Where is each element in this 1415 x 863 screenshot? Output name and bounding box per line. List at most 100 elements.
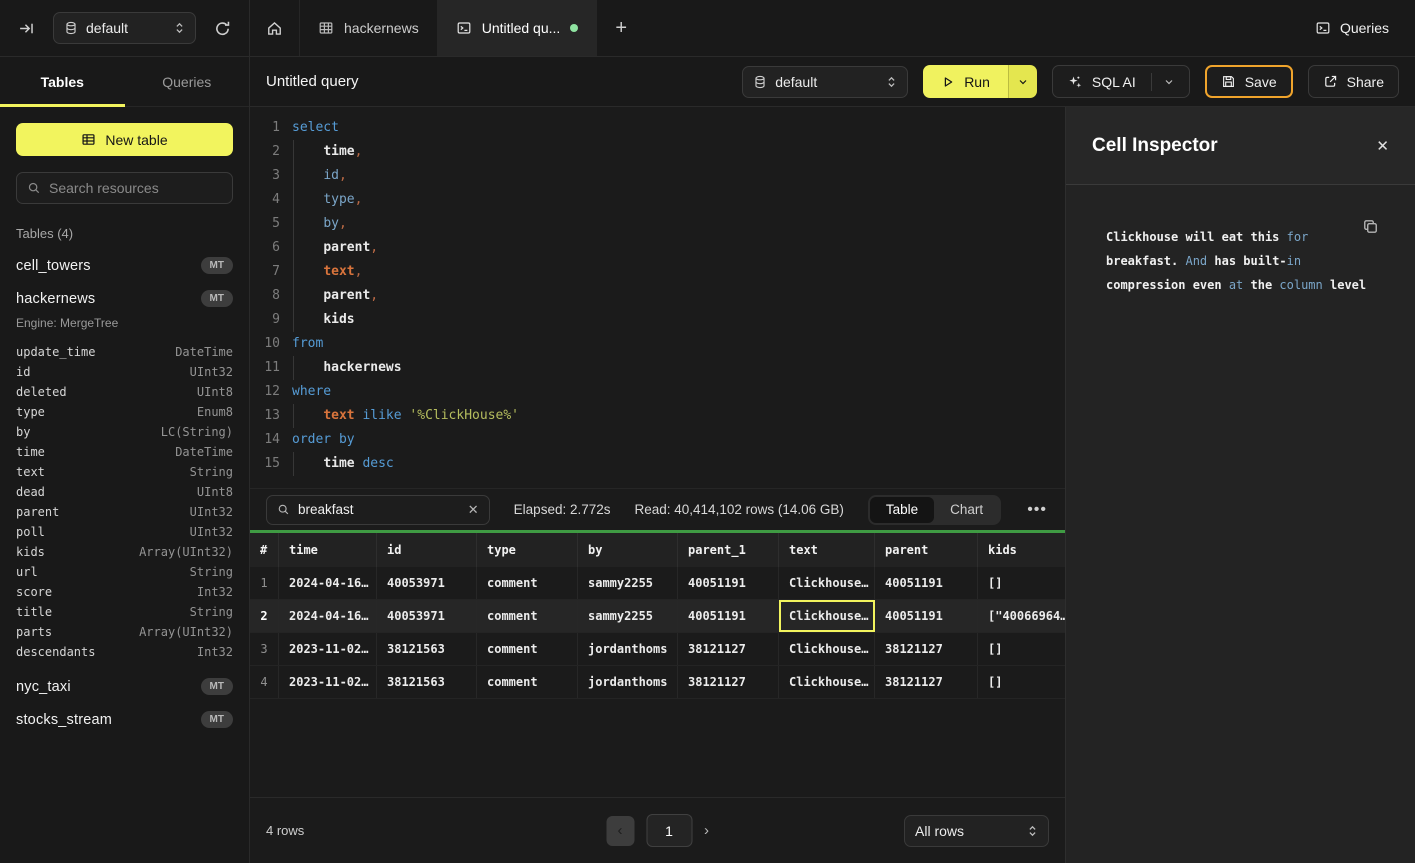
tab-home[interactable]: [250, 0, 300, 56]
column-row[interactable]: idUInt32: [16, 362, 233, 382]
page-input[interactable]: [646, 814, 692, 847]
column-header[interactable]: time: [279, 533, 377, 567]
resource-search[interactable]: [16, 172, 233, 204]
column-header[interactable]: text: [779, 533, 875, 567]
cell[interactable]: 38121127: [678, 633, 779, 665]
table-row[interactable]: 22024-04-16…40053971commentsammy22554005…: [250, 600, 1065, 633]
column-row[interactable]: descendantsInt32: [16, 642, 233, 662]
column-row[interactable]: deadUInt8: [16, 482, 233, 502]
cell[interactable]: 40051191: [875, 567, 978, 599]
share-button[interactable]: Share: [1308, 65, 1399, 98]
sql-editor[interactable]: 1select2 time,3 id,4 type,5 by,6 parent,…: [250, 107, 1065, 488]
column-header[interactable]: parent_1: [678, 533, 779, 567]
cell[interactable]: sammy2255: [578, 600, 678, 632]
table-row[interactable]: 12024-04-16…40053971commentsammy22554005…: [250, 567, 1065, 600]
cell[interactable]: 2023-11-02…: [279, 633, 377, 665]
sidebar-table-cell_towers[interactable]: cell_towersMT: [16, 257, 233, 274]
column-row[interactable]: parentUInt32: [16, 502, 233, 522]
cell[interactable]: []: [978, 633, 1065, 665]
cell[interactable]: 2024-04-16…: [279, 600, 377, 632]
column-row[interactable]: scoreInt32: [16, 582, 233, 602]
code-line[interactable]: 14order by: [250, 428, 1065, 452]
column-row[interactable]: titleString: [16, 602, 233, 622]
code-line[interactable]: 12where: [250, 380, 1065, 404]
cell[interactable]: Clickhouse…: [779, 567, 875, 599]
cell[interactable]: 40051191: [678, 600, 779, 632]
sql-ai-button[interactable]: SQL AI: [1052, 65, 1190, 98]
cell[interactable]: 38121563: [377, 666, 477, 698]
tab-untitled-query[interactable]: Untitled qu...: [438, 0, 598, 56]
run-button[interactable]: Run: [923, 65, 1008, 98]
row-number[interactable]: 3: [250, 633, 279, 665]
column-row[interactable]: pollUInt32: [16, 522, 233, 542]
queries-link[interactable]: Queries: [1315, 20, 1389, 36]
code-line[interactable]: 3 id,: [250, 164, 1065, 188]
cell[interactable]: comment: [477, 666, 578, 698]
code-line[interactable]: 1select: [250, 116, 1065, 140]
column-row[interactable]: update_timeDateTime: [16, 342, 233, 362]
cell[interactable]: 2023-11-02…: [279, 666, 377, 698]
column-row[interactable]: byLC(String): [16, 422, 233, 442]
code-line[interactable]: 7 text,: [250, 260, 1065, 284]
cell[interactable]: 38121127: [875, 633, 978, 665]
cell[interactable]: 40051191: [678, 567, 779, 599]
row-number[interactable]: 1: [250, 567, 279, 599]
more-options-icon[interactable]: •••: [1025, 501, 1049, 519]
column-header[interactable]: parent: [875, 533, 978, 567]
cell[interactable]: comment: [477, 600, 578, 632]
query-database-select[interactable]: default: [742, 66, 908, 98]
collapse-sidebar-icon[interactable]: [14, 16, 39, 41]
code-line[interactable]: 5 by,: [250, 212, 1065, 236]
copy-icon[interactable]: [1362, 218, 1379, 235]
cell[interactable]: sammy2255: [578, 567, 678, 599]
clear-search-icon[interactable]: ✕: [468, 502, 479, 518]
code-line[interactable]: 10from: [250, 332, 1065, 356]
column-header[interactable]: by: [578, 533, 678, 567]
cell[interactable]: []: [978, 567, 1065, 599]
cell[interactable]: comment: [477, 633, 578, 665]
refresh-icon[interactable]: [210, 16, 235, 41]
close-icon[interactable]: ✕: [1376, 137, 1389, 155]
column-row[interactable]: deletedUInt8: [16, 382, 233, 402]
column-row[interactable]: urlString: [16, 562, 233, 582]
code-line[interactable]: 11 hackernews: [250, 356, 1065, 380]
cell[interactable]: 40053971: [377, 567, 477, 599]
table-row[interactable]: 42023-11-02…38121563commentjordanthoms38…: [250, 666, 1065, 699]
sidebar-table-hackernews[interactable]: hackernewsMT: [16, 290, 233, 307]
row-number[interactable]: 4: [250, 666, 279, 698]
sidebar-table-nyc_taxi[interactable]: nyc_taxiMT: [16, 678, 233, 695]
column-header[interactable]: id: [377, 533, 477, 567]
code-line[interactable]: 8 parent,: [250, 284, 1065, 308]
sidebar-tab-queries[interactable]: Queries: [125, 57, 250, 106]
cell[interactable]: 38121127: [875, 666, 978, 698]
run-options-button[interactable]: [1008, 65, 1037, 98]
column-header[interactable]: kids: [978, 533, 1065, 567]
toggle-chart[interactable]: Chart: [934, 497, 999, 523]
next-page-button[interactable]: ›: [704, 822, 709, 839]
save-button[interactable]: Save: [1205, 65, 1293, 98]
code-line[interactable]: 13 text ilike '%ClickHouse%': [250, 404, 1065, 428]
cell[interactable]: Clickhouse…: [779, 600, 875, 632]
results-search[interactable]: ✕: [266, 495, 490, 525]
column-row[interactable]: typeEnum8: [16, 402, 233, 422]
cell[interactable]: 40051191: [875, 600, 978, 632]
cell[interactable]: jordanthoms: [578, 666, 678, 698]
table-row[interactable]: 32023-11-02…38121563commentjordanthoms38…: [250, 633, 1065, 666]
sidebar-tab-tables[interactable]: Tables: [0, 57, 125, 106]
code-line[interactable]: 4 type,: [250, 188, 1065, 212]
new-tab-button[interactable]: +: [597, 0, 645, 56]
column-row[interactable]: timeDateTime: [16, 442, 233, 462]
cell[interactable]: comment: [477, 567, 578, 599]
code-line[interactable]: 15 time desc: [250, 452, 1065, 476]
cell[interactable]: 38121127: [678, 666, 779, 698]
results-search-input[interactable]: [298, 502, 460, 517]
column-header[interactable]: #: [250, 533, 279, 567]
row-number[interactable]: 2: [250, 600, 279, 632]
cell[interactable]: []: [978, 666, 1065, 698]
toggle-table[interactable]: Table: [870, 497, 934, 523]
code-line[interactable]: 9 kids: [250, 308, 1065, 332]
tab-hackernews[interactable]: hackernews: [300, 0, 438, 56]
cell[interactable]: ["40066964…: [978, 600, 1065, 632]
code-line[interactable]: 2 time,: [250, 140, 1065, 164]
column-row[interactable]: kidsArray(UInt32): [16, 542, 233, 562]
